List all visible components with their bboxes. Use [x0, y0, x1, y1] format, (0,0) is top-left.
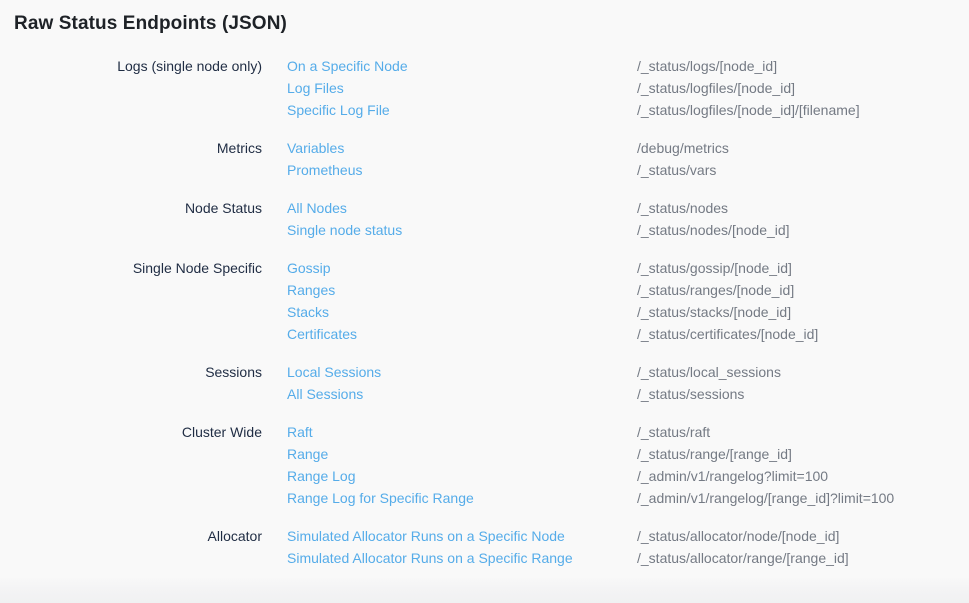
endpoint-section: Logs (single node only) On a Specific Nod…	[0, 55, 969, 121]
section-category-label: Metrics	[0, 137, 262, 159]
endpoint-link[interactable]: Log Files	[287, 77, 344, 99]
endpoint-path: /_status/logfiles/[node_id]	[637, 77, 969, 99]
endpoint-link[interactable]: Certificates	[287, 323, 357, 345]
page-title: Raw Status Endpoints (JSON)	[14, 13, 287, 35]
section-path-list: /_status/gossip/[node_id]/_status/ranges…	[637, 257, 969, 345]
section-link-list: GossipRangesStacksCertificates	[287, 257, 637, 345]
endpoint-link[interactable]: Range Log	[287, 465, 356, 487]
endpoint-link[interactable]: On a Specific Node	[287, 55, 408, 77]
endpoint-path: /_status/certificates/[node_id]	[637, 323, 969, 345]
section-link-list: VariablesPrometheus	[287, 137, 637, 181]
endpoint-link[interactable]: Simulated Allocator Runs on a Specific R…	[287, 547, 573, 569]
endpoint-link[interactable]: Range Log for Specific Range	[287, 487, 474, 509]
endpoint-path: /_status/gossip/[node_id]	[637, 257, 969, 279]
section-link-list: RaftRangeRange LogRange Log for Specific…	[287, 421, 637, 509]
section-category-label: Sessions	[0, 361, 262, 383]
section-link-list: Simulated Allocator Runs on a Specific N…	[287, 525, 637, 569]
endpoint-section: Node StatusAll NodesSingle node status/_…	[0, 197, 969, 241]
endpoint-path: /debug/metrics	[637, 137, 969, 159]
section-path-list: /_status/local_sessions/_status/sessions	[637, 361, 969, 405]
endpoint-link[interactable]: Ranges	[287, 279, 335, 301]
endpoint-path: /_admin/v1/rangelog?limit=100	[637, 465, 969, 487]
endpoint-link[interactable]: Specific Log File	[287, 99, 390, 121]
endpoint-link[interactable]: Prometheus	[287, 159, 362, 181]
endpoint-path: /_status/stacks/[node_id]	[637, 301, 969, 323]
endpoint-path: /_status/ranges/[node_id]	[637, 279, 969, 301]
endpoint-link[interactable]: Simulated Allocator Runs on a Specific N…	[287, 525, 565, 547]
section-link-list: On a Specific NodeLog FilesSpecific Log …	[287, 55, 637, 121]
section-path-list: /_status/raft/_status/range/[range_id]/_…	[637, 421, 969, 509]
endpoint-link[interactable]: Raft	[287, 421, 313, 443]
endpoint-link[interactable]: Gossip	[287, 257, 331, 279]
section-path-list: /debug/metrics/_status/vars	[637, 137, 969, 181]
endpoint-path: /_status/nodes	[637, 197, 969, 219]
section-category-label: Allocator	[0, 525, 262, 547]
debug-endpoints-page: Raw Status Endpoints (JSON) Logs (single…	[0, 0, 969, 603]
section-path-list: /_status/nodes/_status/nodes/[node_id]	[637, 197, 969, 241]
endpoint-path: /_status/allocator/range/[range_id]	[637, 547, 969, 569]
section-category-label: Node Status	[0, 197, 262, 219]
endpoint-section: Cluster Wide RaftRangeRange LogRange Log …	[0, 421, 969, 509]
endpoint-link[interactable]: All Sessions	[287, 383, 363, 405]
endpoint-link[interactable]: Variables	[287, 137, 344, 159]
endpoint-path: /_status/raft	[637, 421, 969, 443]
endpoint-path: /_status/logs/[node_id]	[637, 55, 969, 77]
endpoint-link[interactable]: Range	[287, 443, 328, 465]
endpoint-path: /_status/local_sessions	[637, 361, 969, 383]
endpoint-path: /_status/vars	[637, 159, 969, 181]
endpoint-link[interactable]: Stacks	[287, 301, 329, 323]
endpoint-path: /_status/nodes/[node_id]	[637, 219, 969, 241]
endpoint-path: /_status/logfiles/[node_id]/[filename]	[637, 99, 969, 121]
endpoint-link[interactable]: Local Sessions	[287, 361, 381, 383]
endpoint-path: /_status/allocator/node/[node_id]	[637, 525, 969, 547]
endpoint-section: Allocator Simulated Allocator Runs on a S…	[0, 525, 969, 569]
section-path-list: /_status/logs/[node_id]/_status/logfiles…	[637, 55, 969, 121]
endpoint-section: Metrics VariablesPrometheus/debug/metrics…	[0, 137, 969, 181]
endpoint-path: /_status/range/[range_id]	[637, 443, 969, 465]
endpoint-link[interactable]: All Nodes	[287, 197, 347, 219]
section-path-list: /_status/allocator/node/[node_id]/_statu…	[637, 525, 969, 569]
endpoint-sections: Logs (single node only) On a Specific Nod…	[0, 55, 969, 569]
endpoint-link[interactable]: Single node status	[287, 219, 402, 241]
section-category-label: Cluster Wide	[0, 421, 262, 443]
endpoint-path: /_status/sessions	[637, 383, 969, 405]
section-link-list: Local SessionsAll Sessions	[287, 361, 637, 405]
endpoint-section: SessionsLocal SessionsAll Sessions/_stat…	[0, 361, 969, 405]
section-category-label: Logs (single node only)	[0, 55, 262, 77]
page-bottom-fade	[0, 578, 969, 603]
endpoint-path: /_admin/v1/rangelog/[range_id]?limit=100	[637, 487, 969, 509]
section-category-label: Single Node Specific	[0, 257, 262, 279]
section-link-list: All NodesSingle node status	[287, 197, 637, 241]
endpoint-section: Single Node Specific GossipRangesStacksCe…	[0, 257, 969, 345]
